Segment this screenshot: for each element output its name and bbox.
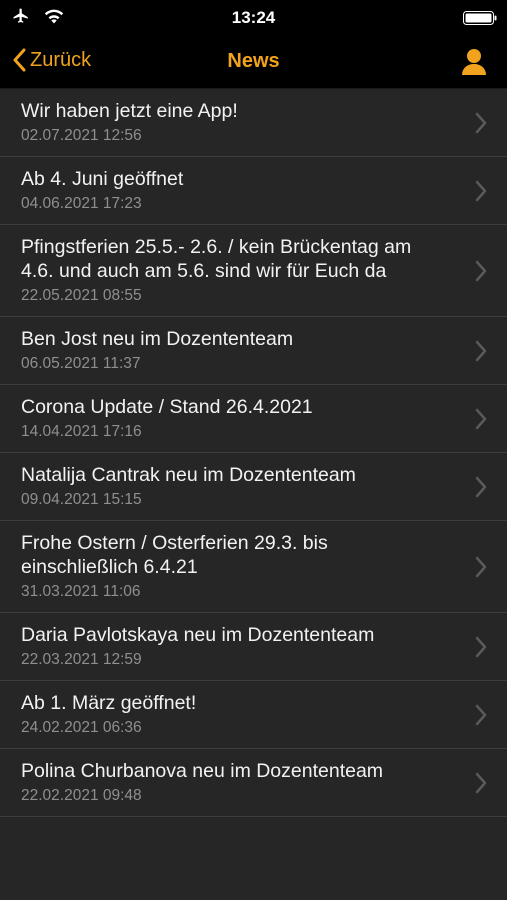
- status-bar: 13:24: [0, 0, 507, 36]
- chevron-right-icon: [475, 180, 487, 201]
- chevron-right-icon: [475, 112, 487, 133]
- list-item[interactable]: Corona Update / Stand 26.4.2021 14.04.202…: [0, 385, 507, 453]
- news-date: 09.04.2021 15:15: [21, 491, 142, 508]
- news-date: 14.04.2021 17:16: [21, 423, 142, 440]
- chevron-right-icon: [475, 476, 487, 497]
- chevron-right-icon: [475, 260, 487, 281]
- person-icon[interactable]: [461, 48, 487, 76]
- chevron-right-icon: [475, 408, 487, 429]
- news-list: Wir haben jetzt eine App! 02.07.2021 12:5…: [0, 89, 507, 817]
- list-item[interactable]: Ab 1. März geöffnet! 24.02.2021 06:36: [0, 681, 507, 749]
- chevron-right-icon: [475, 704, 487, 725]
- news-title: Ab 4. Juni geöffnet: [21, 168, 184, 190]
- news-date: 06.05.2021 11:37: [21, 355, 141, 372]
- news-date: 31.03.2021 11:06: [21, 583, 141, 600]
- list-item[interactable]: Daria Pavlotskaya neu im Dozententeam 22.…: [0, 613, 507, 681]
- battery-icon: [463, 11, 497, 25]
- news-date: 22.03.2021 12:59: [21, 651, 142, 668]
- news-date: 24.02.2021 06:36: [21, 719, 142, 736]
- list-item[interactable]: Frohe Ostern / Osterferien 29.3. bis ein…: [0, 521, 507, 613]
- chevron-right-icon: [475, 340, 487, 361]
- chevron-right-icon: [475, 636, 487, 657]
- page-title: News: [227, 50, 280, 72]
- news-title: Pfingstferien 25.5.- 2.6. / kein Brücken…: [21, 236, 412, 282]
- list-item[interactable]: Pfingstferien 25.5.- 2.6. / kein Brücken…: [0, 225, 507, 317]
- news-title: Polina Churbanova neu im Dozententeam: [21, 760, 384, 782]
- list-item[interactable]: Polina Churbanova neu im Dozententeam 22.…: [0, 749, 507, 817]
- news-date: 22.05.2021 08:55: [21, 287, 142, 304]
- news-title: Ben Jost neu im Dozententeam: [21, 328, 294, 350]
- news-title: Natalija Cantrak neu im Dozententeam: [21, 464, 356, 486]
- news-title: Wir haben jetzt eine App!: [21, 100, 238, 122]
- news-title: Frohe Ostern / Osterferien 29.3. bis ein…: [21, 532, 328, 578]
- list-item[interactable]: Wir haben jetzt eine App! 02.07.2021 12:5…: [0, 89, 507, 157]
- news-title: Daria Pavlotskaya neu im Dozententeam: [21, 624, 375, 646]
- news-date: 02.07.2021 12:56: [21, 127, 142, 144]
- status-time: 13:24: [231, 8, 276, 27]
- chevron-right-icon: [475, 556, 487, 577]
- list-item[interactable]: Ben Jost neu im Dozententeam 06.05.2021 1…: [0, 317, 507, 385]
- chevron-right-icon: [475, 772, 487, 793]
- news-title: Ab 1. März geöffnet!: [21, 692, 197, 714]
- list-item[interactable]: Natalija Cantrak neu im Dozententeam 09.0…: [0, 453, 507, 521]
- news-title: Corona Update / Stand 26.4.2021: [21, 396, 313, 418]
- navigation-bar: Zurück News: [0, 36, 507, 89]
- news-date: 04.06.2021 17:23: [21, 195, 142, 212]
- news-date: 22.02.2021 09:48: [21, 787, 142, 804]
- list-item[interactable]: Ab 4. Juni geöffnet 04.06.2021 17:23: [0, 157, 507, 225]
